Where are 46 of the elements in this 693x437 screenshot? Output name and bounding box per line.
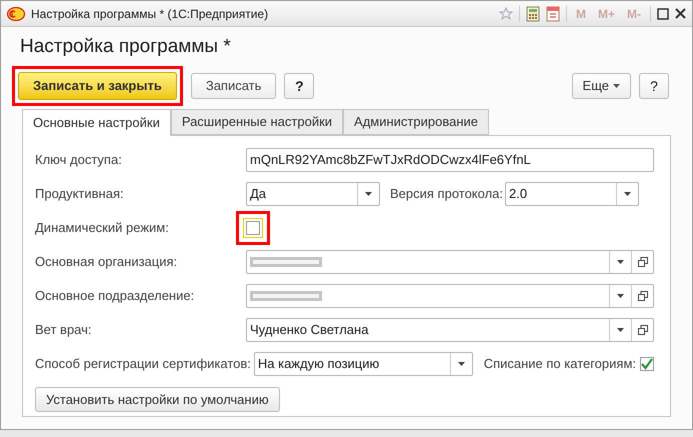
checkmark-icon xyxy=(641,358,653,370)
field-label: Способ регистрации сертификатов: xyxy=(35,354,251,373)
calculator-icon[interactable] xyxy=(526,6,540,22)
field-label: Версия протокола: xyxy=(390,184,504,203)
checkbox[interactable] xyxy=(640,356,654,370)
dropdown-field[interactable]: На каждую позицию xyxy=(254,352,473,376)
open-window-icon xyxy=(638,290,648,300)
star-icon[interactable] xyxy=(498,6,513,20)
more-menu-button[interactable]: Еще xyxy=(572,73,631,99)
field-label: Основная организация: xyxy=(35,252,178,271)
open-window-icon xyxy=(638,324,648,334)
checkbox[interactable] xyxy=(246,220,260,234)
tab[interactable]: Основные настройки xyxy=(22,109,171,136)
open-window-icon xyxy=(638,256,648,266)
tab[interactable]: Расширенные настройки xyxy=(170,109,344,135)
help-button[interactable]: ? xyxy=(284,73,314,99)
field-label: Продуктивная: xyxy=(35,184,125,203)
caret-icon xyxy=(613,84,620,88)
field-label: Вет врач: xyxy=(35,320,93,339)
caret-icon xyxy=(365,192,372,196)
save-and-close-button[interactable]: Записать и закрыть xyxy=(18,72,177,100)
maximize-icon[interactable] xyxy=(657,8,669,20)
field-label: Основное подразделение: xyxy=(35,286,196,305)
caret-icon xyxy=(617,328,624,332)
reference-field[interactable] xyxy=(246,284,654,308)
reference-field[interactable]: Чудненко Светлана xyxy=(246,318,654,342)
tab[interactable]: Администрирование xyxy=(343,109,489,135)
close-icon[interactable] xyxy=(675,8,686,19)
field-label: Списание по категориям: xyxy=(484,354,636,373)
caret-icon xyxy=(617,260,624,264)
dropdown-field[interactable]: Да xyxy=(246,182,380,206)
calendar-icon[interactable] xyxy=(546,6,560,22)
app-logo-icon xyxy=(7,6,25,20)
reference-field[interactable] xyxy=(246,250,654,274)
caret-icon xyxy=(624,192,632,196)
form-title: Настройка программы * xyxy=(19,35,232,59)
help-button[interactable]: ? xyxy=(639,73,669,99)
reset-defaults-button[interactable]: Установить настройки по умолчанию xyxy=(35,387,280,412)
field-label: Ключ доступа: xyxy=(35,150,123,169)
access-key-field[interactable]: mQnLR92YAmc8bZFwTJxRdODCwzx4lFe6YfnL xyxy=(246,148,654,172)
window-title: Настройка программы * (1С:Предприятие) xyxy=(31,6,268,22)
caret-icon xyxy=(617,294,624,298)
caret-icon xyxy=(458,362,465,366)
save-button[interactable]: Записать xyxy=(190,73,276,99)
dropdown-field[interactable]: 2.0 xyxy=(505,182,640,206)
field-label: Динамический режим: xyxy=(35,218,170,237)
